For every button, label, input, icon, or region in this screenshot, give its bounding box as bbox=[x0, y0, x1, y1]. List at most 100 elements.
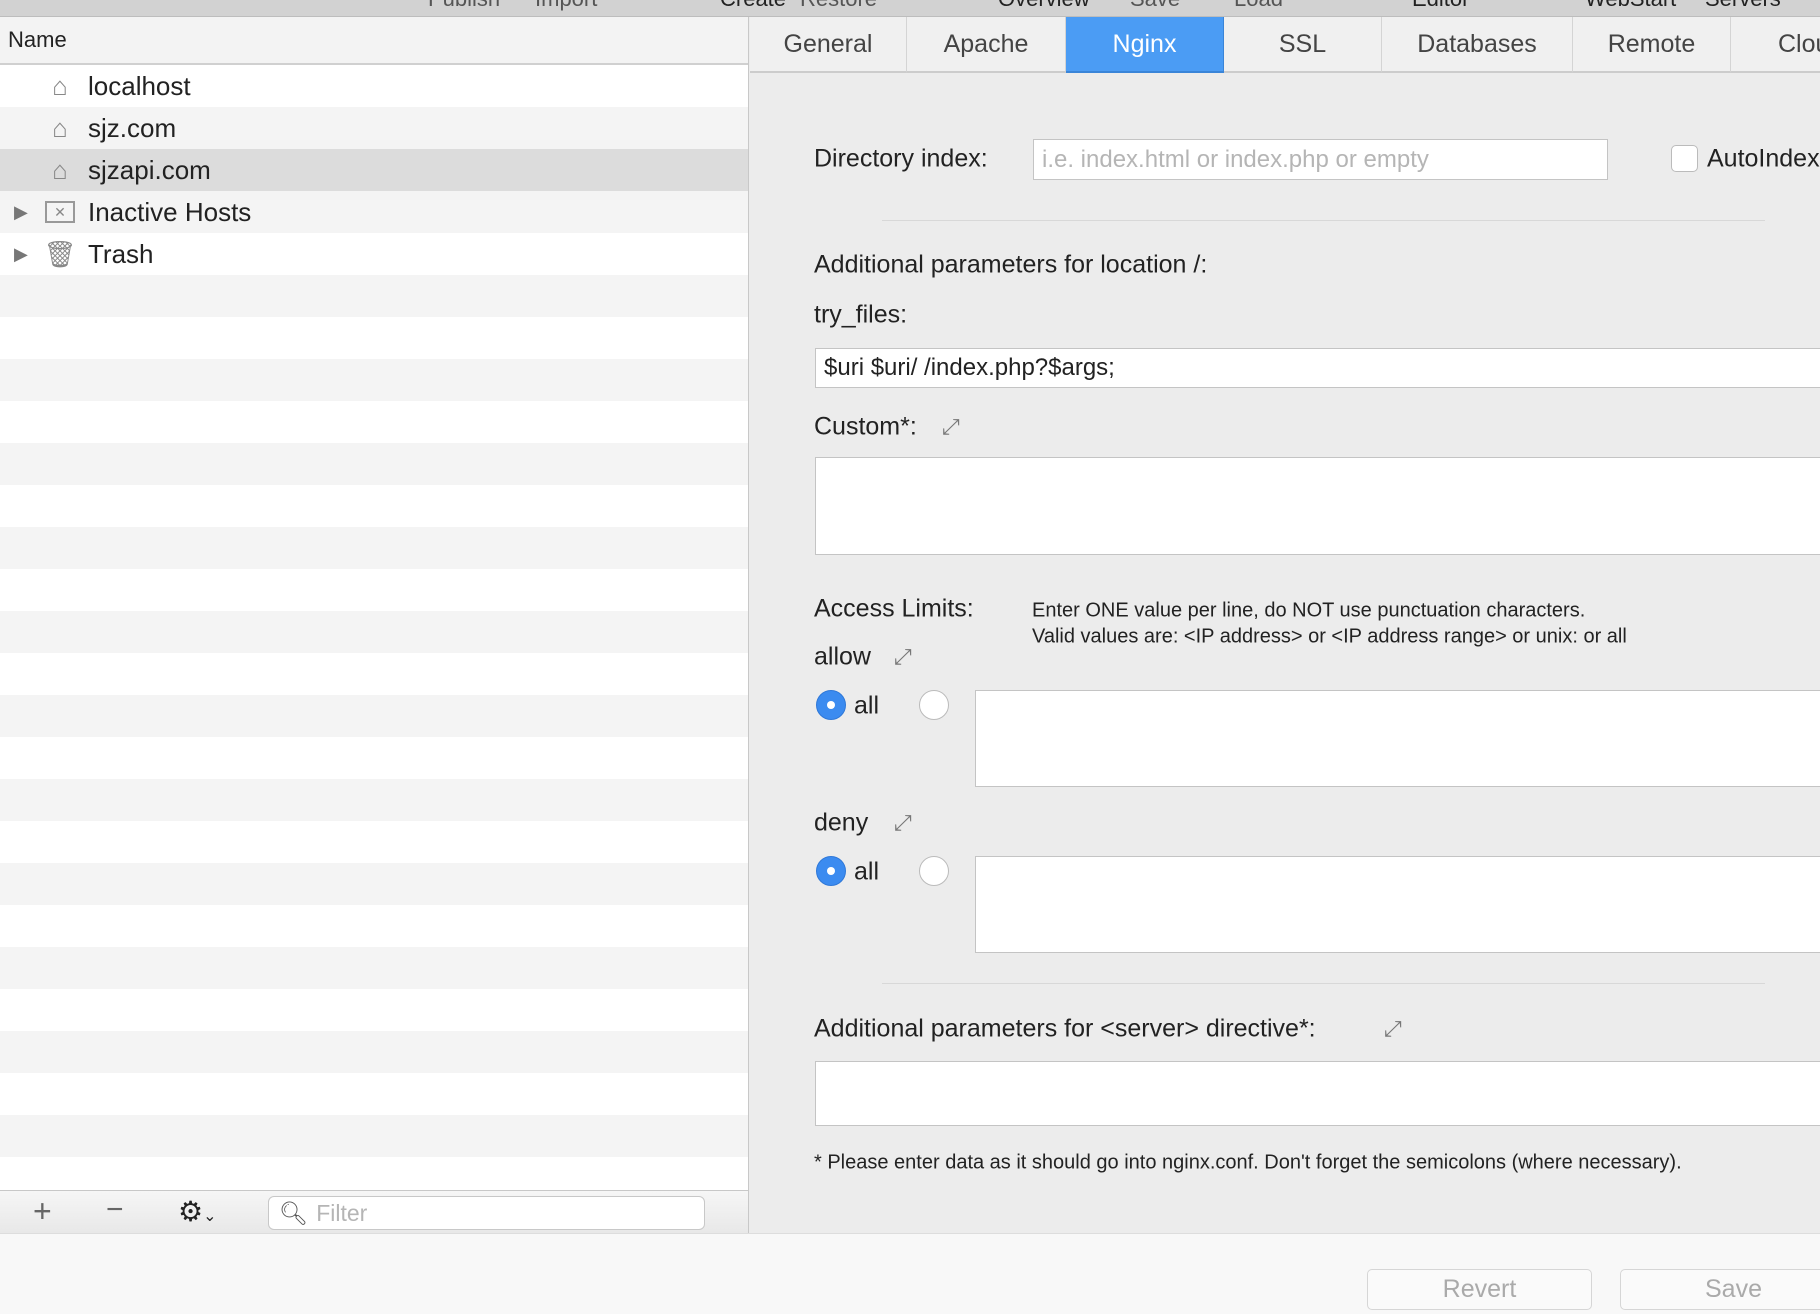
empty-row bbox=[0, 1031, 748, 1073]
deny-textarea[interactable] bbox=[975, 856, 1820, 953]
empty-row bbox=[0, 1073, 748, 1115]
filter-field[interactable]: 🔍︎ Filter bbox=[268, 1196, 705, 1230]
host-row-sjz[interactable]: ⌂ sjz.com bbox=[0, 107, 748, 149]
tab-nginx[interactable]: Nginx bbox=[1066, 17, 1224, 73]
toolbar-overview[interactable]: Overview bbox=[998, 0, 1090, 12]
group-label: Trash bbox=[88, 238, 154, 269]
tab-cloud[interactable]: Clou bbox=[1731, 17, 1820, 73]
add-host-button[interactable]: + bbox=[33, 1193, 52, 1230]
group-row-inactive-hosts[interactable]: ▶ ✕ Inactive Hosts bbox=[0, 191, 748, 233]
empty-row bbox=[0, 653, 748, 695]
toolbar-save[interactable]: Save bbox=[1130, 0, 1180, 12]
empty-row bbox=[0, 359, 748, 401]
empty-row bbox=[0, 443, 748, 485]
group-row-trash[interactable]: ▶ 🗑 Trash bbox=[0, 233, 748, 275]
hosts-sidebar: Name ⌂ localhost ⌂ sjz.com ⌂ sjzapi.com ▶ ✕ I… bbox=[0, 17, 749, 1233]
deny-label: deny bbox=[814, 808, 869, 837]
search-icon: 🔍︎ bbox=[279, 1199, 309, 1226]
empty-row bbox=[0, 821, 748, 863]
empty-row bbox=[0, 569, 748, 611]
deny-all-label: all bbox=[854, 857, 880, 886]
empty-row bbox=[0, 611, 748, 653]
tab-apache[interactable]: Apache bbox=[907, 17, 1066, 73]
toolbar-create[interactable]: Create bbox=[720, 0, 786, 12]
empty-row bbox=[0, 947, 748, 989]
toolbar-publish[interactable]: Publish bbox=[428, 0, 500, 12]
allow-all-radio[interactable] bbox=[816, 690, 846, 720]
toolbar-webstart[interactable]: WebStart bbox=[1585, 0, 1676, 12]
autoindex-label: AutoIndex bbox=[1707, 144, 1820, 173]
toolbar-restore[interactable]: Restore bbox=[800, 0, 877, 12]
empty-row bbox=[0, 527, 748, 569]
remove-host-button[interactable]: − bbox=[106, 1193, 124, 1227]
try-files-value: $uri $uri/ /index.php?$args; bbox=[824, 354, 1115, 381]
directory-index-input[interactable]: i.e. index.html or index.php or empty bbox=[1033, 139, 1608, 180]
access-help-line-1: Enter ONE value per line, do NOT use pun… bbox=[1032, 599, 1586, 622]
server-params-textarea[interactable] bbox=[815, 1061, 1820, 1126]
main-toolbar: Publish Import Create Restore Overview S… bbox=[0, 0, 1820, 17]
inactive-folder-icon: ✕ bbox=[44, 196, 76, 228]
revert-button[interactable]: Revert bbox=[1367, 1269, 1592, 1310]
empty-row bbox=[0, 401, 748, 443]
empty-row bbox=[0, 317, 748, 359]
try-files-label: try_files: bbox=[814, 300, 908, 329]
empty-row bbox=[0, 275, 748, 317]
expand-icon[interactable]: ⤢ bbox=[894, 810, 912, 836]
toolbar-editor[interactable]: Editor bbox=[1412, 0, 1469, 12]
expand-icon[interactable]: ⤢ bbox=[1384, 1016, 1402, 1042]
host-label: localhost bbox=[88, 70, 191, 101]
toolbar-load[interactable]: Load bbox=[1234, 0, 1283, 12]
allow-label: allow bbox=[814, 642, 871, 671]
access-help-line-2: Valid values are: <IP address> or <IP ad… bbox=[1032, 625, 1627, 648]
disclosure-triangle-icon[interactable]: ▶ bbox=[14, 202, 28, 223]
empty-row bbox=[0, 485, 748, 527]
house-icon: ⌂ bbox=[52, 112, 68, 143]
empty-row bbox=[0, 779, 748, 821]
tab-databases[interactable]: Databases bbox=[1382, 17, 1573, 73]
allow-custom-radio[interactable] bbox=[919, 690, 949, 720]
host-row-localhost[interactable]: ⌂ localhost bbox=[0, 65, 748, 107]
host-row-sjzapi[interactable]: ⌂ sjzapi.com bbox=[0, 149, 748, 191]
deny-all-radio[interactable] bbox=[816, 856, 846, 886]
host-label: sjz.com bbox=[88, 112, 177, 143]
location-params-label: Additional parameters for location /: bbox=[814, 250, 1208, 279]
deny-custom-radio[interactable] bbox=[919, 856, 949, 886]
save-button[interactable]: Save bbox=[1620, 1269, 1820, 1310]
autoindex-checkbox[interactable] bbox=[1671, 145, 1698, 172]
directory-index-label: Directory index: bbox=[814, 144, 988, 173]
sidebar-bottom-bar: + − ⚙⌄ 🔍︎ Filter bbox=[0, 1190, 749, 1233]
expand-icon[interactable]: ⤢ bbox=[942, 414, 960, 440]
custom-label: Custom*: bbox=[814, 412, 917, 441]
divider bbox=[882, 983, 1765, 984]
house-icon: ⌂ bbox=[52, 70, 68, 101]
empty-row bbox=[0, 1115, 748, 1157]
tab-general[interactable]: General bbox=[750, 17, 907, 73]
empty-row bbox=[0, 989, 748, 1031]
empty-row bbox=[0, 695, 748, 737]
filter-placeholder: Filter bbox=[316, 1199, 368, 1226]
allow-textarea[interactable] bbox=[975, 690, 1820, 787]
access-limits-label: Access Limits: bbox=[814, 594, 974, 623]
divider bbox=[882, 220, 1765, 221]
expand-icon[interactable]: ⤢ bbox=[894, 644, 912, 670]
allow-all-label: all bbox=[854, 691, 880, 720]
toolbar-import[interactable]: Import bbox=[535, 0, 597, 12]
tab-remote[interactable]: Remote bbox=[1573, 17, 1731, 73]
tab-ssl[interactable]: SSL bbox=[1224, 17, 1382, 73]
server-params-label: Additional parameters for <server> direc… bbox=[814, 1014, 1316, 1043]
host-label: sjzapi.com bbox=[88, 154, 211, 185]
name-column-header[interactable]: Name bbox=[0, 17, 748, 65]
house-icon: ⌂ bbox=[52, 154, 68, 185]
empty-row bbox=[0, 737, 748, 779]
gear-menu-button[interactable]: ⚙⌄ bbox=[178, 1195, 217, 1228]
group-label: Inactive Hosts bbox=[88, 196, 252, 227]
try-files-input[interactable]: $uri $uri/ /index.php?$args; bbox=[815, 348, 1820, 388]
directory-index-placeholder: i.e. index.html or index.php or empty bbox=[1042, 145, 1429, 173]
custom-textarea[interactable] bbox=[815, 457, 1820, 555]
empty-row bbox=[0, 905, 748, 947]
toolbar-servers[interactable]: Servers bbox=[1705, 0, 1781, 12]
disclosure-triangle-icon[interactable]: ▶ bbox=[14, 244, 28, 265]
trash-icon: 🗑 bbox=[43, 238, 77, 269]
empty-row bbox=[0, 863, 748, 905]
nginx-conf-note: * Please enter data as it should go into… bbox=[814, 1151, 1682, 1174]
